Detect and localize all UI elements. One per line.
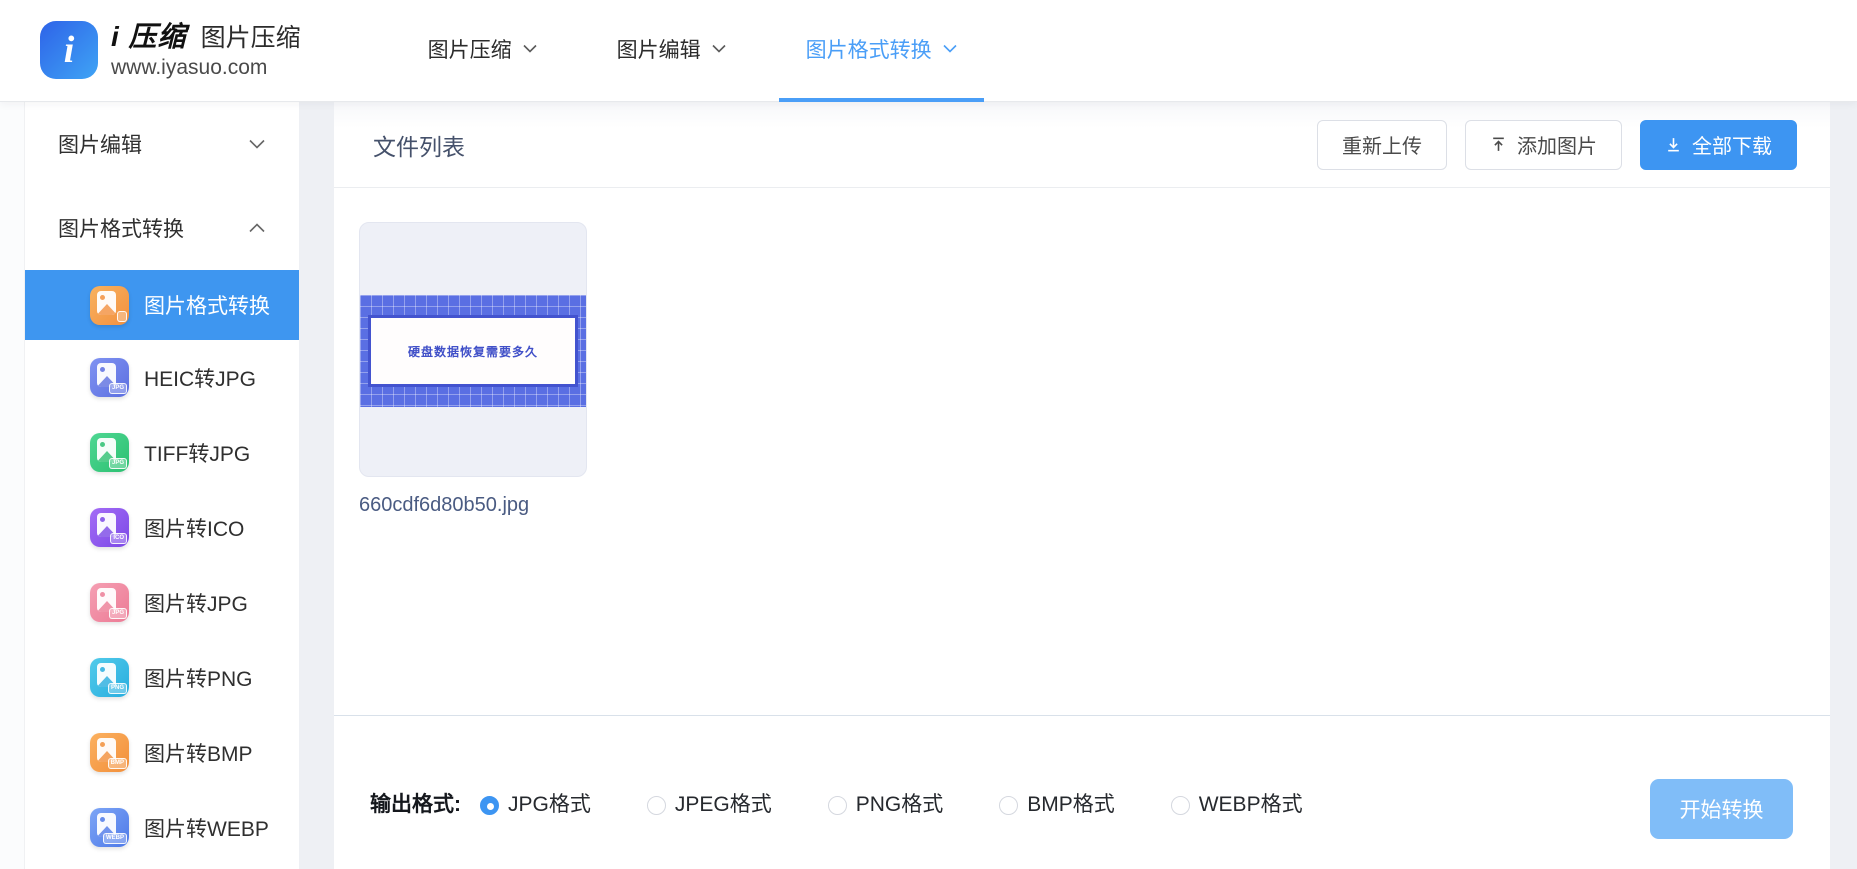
toolbar: 重新上传 添加图片 全部下载 [1317, 120, 1797, 170]
radio-png-format[interactable]: PNG格式 [828, 792, 944, 818]
chevron-down-icon [249, 139, 265, 149]
radio-bmp-format[interactable]: BMP格式 [999, 792, 1115, 818]
add-images-button[interactable]: 添加图片 [1465, 120, 1622, 170]
image-to-png-icon: PNG [90, 658, 129, 697]
format-badge: JPG [109, 458, 127, 469]
format-convert-icon [90, 286, 129, 325]
sidebar: 图片编辑 图片格式转换 图片格式转换 JPG HEIC转JPG JPG TIFF… [25, 102, 299, 869]
chevron-down-icon [523, 44, 537, 53]
brand-subtitle: 图片压缩 [201, 24, 301, 53]
heic-to-jpg-icon: JPG [90, 358, 129, 397]
sidebar-item-image-to-ico[interactable]: ICO 图片转ICO [25, 490, 299, 565]
output-format-label: 输出格式: [370, 792, 461, 818]
sidebar-item-heic-to-jpg[interactable]: JPG HEIC转JPG [25, 340, 299, 415]
main-nav: 图片压缩 图片编辑 图片格式转换 [401, 0, 984, 102]
sidebar-section-format-convert[interactable]: 图片格式转换 [25, 186, 299, 270]
file-list-header: 文件列表 重新上传 添加图片 全部下载 [334, 102, 1830, 188]
format-badge: PNG [108, 683, 127, 694]
brand-name: i 压缩 [111, 21, 187, 53]
nav-item-format-convert[interactable]: 图片格式转换 [779, 0, 984, 102]
sidebar-item-label: HEIC转JPG [144, 363, 256, 393]
chevron-down-icon [943, 44, 957, 53]
format-badge: BMP [108, 758, 127, 769]
sidebar-item-image-to-bmp[interactable]: BMP 图片转BMP [25, 715, 299, 790]
sidebar-item-label: 图片转WEBP [144, 813, 269, 843]
sidebar-section-label: 图片编辑 [58, 129, 142, 159]
brand-logo[interactable]: i i 压缩 图片压缩 www.iyasuo.com [40, 21, 301, 79]
format-badge: WEBP [103, 833, 127, 844]
sidebar-item-format-convert[interactable]: 图片格式转换 [25, 270, 299, 340]
sidebar-item-image-to-webp[interactable]: WEBP 图片转WEBP [25, 790, 299, 865]
download-all-label: 全部下载 [1692, 130, 1772, 159]
sidebar-section-image-edit[interactable]: 图片编辑 [25, 102, 299, 186]
format-badge [117, 311, 127, 322]
tiff-to-jpg-icon: JPG [90, 433, 129, 472]
image-to-webp-icon: WEBP [90, 808, 129, 847]
sidebar-item-label: 图片转BMP [144, 738, 253, 768]
sidebar-item-tiff-to-jpg[interactable]: JPG TIFF转JPG [25, 415, 299, 490]
add-images-label: 添加图片 [1517, 130, 1597, 159]
upload-icon [1490, 136, 1507, 153]
file-card[interactable]: 硬盘数据恢复需要多久 [359, 222, 587, 477]
sidebar-gutter [0, 102, 25, 869]
image-to-ico-icon: ICO [90, 508, 129, 547]
main-panel: 文件列表 重新上传 添加图片 全部下载 硬盘数据恢复需要多久 660cdf6d8… [334, 102, 1830, 869]
file-thumbnail: 硬盘数据恢复需要多久 [360, 295, 586, 407]
nav-item-image-edit[interactable]: 图片编辑 [590, 0, 753, 102]
radio-webp-format[interactable]: WEBP格式 [1171, 792, 1303, 818]
logo-icon: i [40, 21, 98, 79]
top-header: i i 压缩 图片压缩 www.iyasuo.com 图片压缩 图片编辑 图片格… [0, 0, 1857, 102]
radio-icon [999, 796, 1018, 815]
sidebar-item-label: 图片格式转换 [144, 290, 270, 320]
download-icon [1665, 136, 1682, 153]
sidebar-item-label: 图片转ICO [144, 513, 244, 543]
page-title: 文件列表 [373, 128, 465, 162]
reupload-label: 重新上传 [1342, 130, 1422, 159]
image-to-bmp-icon: BMP [90, 733, 129, 772]
radio-jpg-format[interactable]: JPG格式 [480, 792, 591, 818]
reupload-button[interactable]: 重新上传 [1317, 120, 1447, 170]
radio-icon [828, 796, 847, 815]
radio-jpeg-format[interactable]: JPEG格式 [647, 792, 772, 818]
nav-item-label: 图片格式转换 [806, 34, 932, 64]
file-name: 660cdf6d80b50.jpg [359, 494, 1830, 517]
chevron-down-icon [712, 44, 726, 53]
format-badge: ICO [110, 533, 127, 544]
thumbnail-text: 硬盘数据恢复需要多久 [408, 343, 538, 360]
photo-glyph [97, 291, 116, 315]
image-to-jpg-icon: JPG [90, 583, 129, 622]
radio-icon [480, 796, 499, 815]
nav-item-label: 图片编辑 [617, 34, 701, 64]
output-format-bar: 输出格式: JPG格式 JPEG格式 PNG格式 BMP格式 WEBP格式 开始… [334, 715, 1830, 869]
format-badge: JPG [109, 383, 127, 394]
download-all-button[interactable]: 全部下载 [1640, 120, 1797, 170]
sidebar-section-label: 图片格式转换 [58, 213, 184, 243]
format-badge: JPG [109, 608, 127, 619]
sidebar-item-label: 图片转JPG [144, 588, 248, 618]
sidebar-item-image-to-png[interactable]: PNG 图片转PNG [25, 640, 299, 715]
file-grid: 硬盘数据恢复需要多久 660cdf6d80b50.jpg [334, 188, 1830, 715]
chevron-up-icon [249, 223, 265, 233]
sidebar-item-label: 图片转PNG [144, 663, 253, 693]
sidebar-item-label: TIFF转JPG [144, 438, 250, 468]
brand-website: www.iyasuo.com [111, 56, 301, 80]
nav-item-image-compress[interactable]: 图片压缩 [401, 0, 564, 102]
sidebar-item-image-to-jpg[interactable]: JPG 图片转JPG [25, 565, 299, 640]
convert-button[interactable]: 开始转换 [1650, 779, 1793, 839]
nav-item-label: 图片压缩 [428, 34, 512, 64]
radio-icon [1171, 796, 1190, 815]
radio-icon [647, 796, 666, 815]
